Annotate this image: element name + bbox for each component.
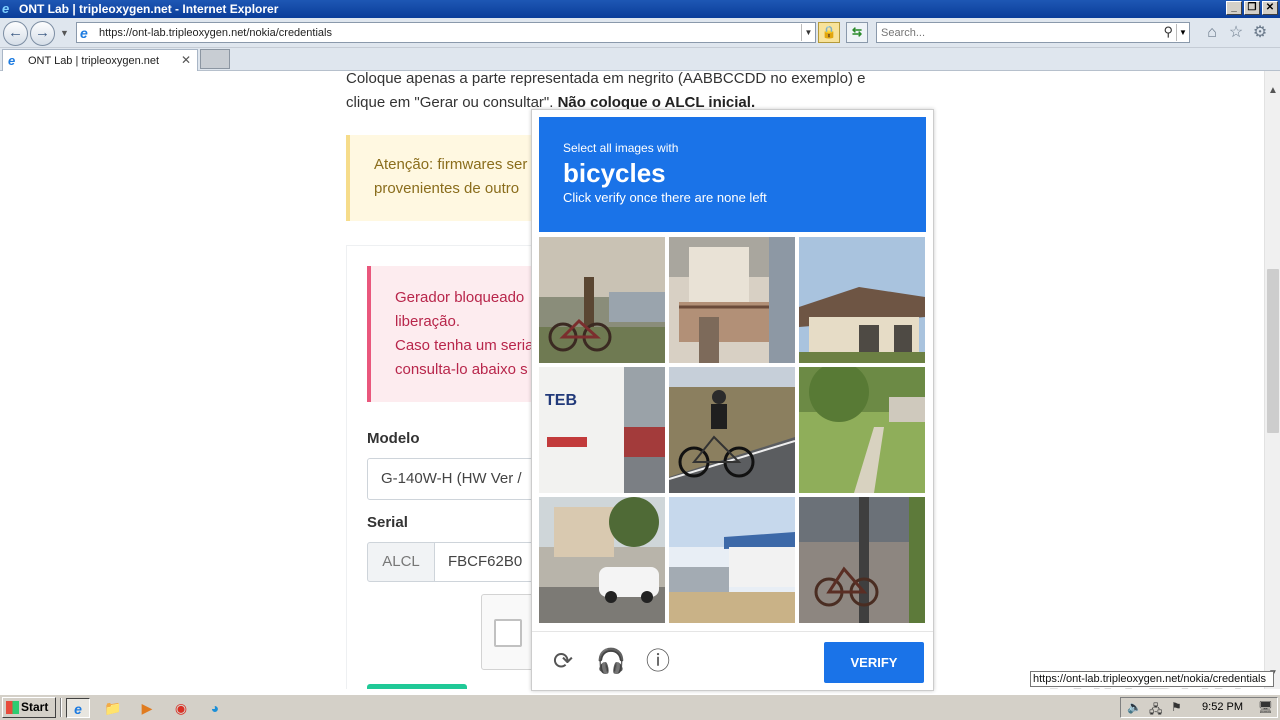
intro-line-2-plain: clique em "Gerar ou consultar". (346, 94, 554, 111)
page-icon: e (80, 24, 88, 41)
search-input[interactable] (881, 26, 1151, 39)
status-url-tooltip: https://ont-lab.tripleoxygen.net/nokia/c… (1030, 671, 1274, 687)
taskbar: Start e 📁 ▶ ◉ ◕ 🔈 🖧 ⚑ 9:52 PM 🖥 (0, 694, 1280, 720)
compatibility-refresh-icon[interactable]: ⇆ (846, 22, 868, 43)
action-center-flag-icon[interactable]: ⚑ (1171, 700, 1182, 714)
house-roof-image (799, 237, 925, 363)
search-box[interactable]: ⚲ ▼ (876, 22, 1190, 43)
serial-prefix: ALCL (367, 542, 435, 582)
verify-button[interactable]: VERIFY (824, 642, 924, 683)
captcha-tile-1[interactable] (539, 237, 665, 363)
captcha-image-grid: TEB (539, 237, 927, 625)
window-controls: _ ❐ ✕ (1226, 1, 1278, 15)
captcha-header: Select all images with bicycles Click ve… (539, 117, 926, 232)
captcha-footer: ⟳ 🎧 ⓘ VERIFY (532, 631, 933, 690)
info-icon[interactable]: ⓘ (644, 648, 672, 676)
captcha-tile-4[interactable]: TEB (539, 367, 665, 493)
browser-tools: ⌂ ☆ ⚙ (1203, 24, 1269, 42)
settings-gear-icon[interactable]: ⚙ (1251, 24, 1269, 42)
captcha-tile-7[interactable] (539, 497, 665, 623)
serial-label: Serial (367, 514, 408, 531)
taskbar-explorer-icon[interactable]: 📁 (101, 698, 125, 718)
parked-bicycle-image (539, 237, 665, 363)
home-icon[interactable]: ⌂ (1203, 24, 1221, 42)
scroll-thumb[interactable] (1267, 269, 1279, 433)
recaptcha-checkbox[interactable] (494, 619, 522, 647)
captcha-tile-9[interactable] (799, 497, 925, 623)
recent-pages-dropdown-icon[interactable]: ▼ (60, 28, 69, 38)
restore-button[interactable]: ❐ (1244, 1, 1260, 15)
building-balcony-image (669, 237, 795, 363)
taskbar-chrome-icon[interactable]: ◉ (169, 698, 193, 718)
bicycle-sidewalk-image (799, 497, 925, 623)
generate-button[interactable] (367, 684, 467, 689)
address-dropdown-icon[interactable]: ▼ (801, 24, 815, 41)
network-icon[interactable]: 🖧 (1149, 700, 1162, 720)
minimize-button[interactable]: _ (1226, 1, 1242, 15)
tab-label: ONT Lab | tripleoxygen.net (28, 54, 160, 67)
lawn-tree-image (799, 367, 925, 493)
captcha-sub-instruction: Click verify once there are none left (563, 190, 767, 205)
volume-icon[interactable]: 🔈 (1127, 700, 1142, 714)
clock[interactable]: 9:52 PM (1202, 701, 1243, 713)
security-lock-icon[interactable]: 🔒 (818, 22, 840, 43)
window-title-bar: e ONT Lab | tripleoxygen.net - Internet … (0, 0, 1280, 18)
address-url[interactable]: https://ont-lab.tripleoxygen.net/nokia/c… (99, 27, 332, 39)
taskbar-separator (60, 698, 62, 717)
tab-bar: e ONT Lab | tripleoxygen.net ✕ (0, 48, 1280, 71)
taskbar-edge-icon[interactable]: ◕ (203, 698, 227, 718)
show-desktop-icon[interactable]: 🖥 (1258, 700, 1273, 714)
back-button[interactable]: ← (3, 21, 28, 46)
windows-logo-icon (6, 701, 19, 714)
captcha-target: bicycles (563, 158, 666, 188)
window-title: ONT Lab | tripleoxygen.net - Internet Ex… (19, 2, 279, 16)
tab-close-icon[interactable]: ✕ (181, 53, 191, 67)
street-car-image (539, 497, 665, 623)
captcha-tile-2[interactable] (669, 237, 795, 363)
captcha-tile-6[interactable] (799, 367, 925, 493)
new-tab-button[interactable] (200, 49, 230, 69)
captcha-tile-8[interactable] (669, 497, 795, 623)
start-label: Start (21, 700, 49, 714)
cyclist-image (669, 367, 795, 493)
taskbar-ie-icon[interactable]: e (66, 698, 90, 718)
tab-favicon-icon: e (8, 52, 16, 68)
scroll-up-icon[interactable]: ▲ (1268, 85, 1278, 96)
modern-building-image (669, 497, 795, 623)
captcha-challenge: Select all images with bicycles Click ve… (531, 109, 934, 691)
svg-text:TEB: TEB (545, 392, 577, 409)
start-button[interactable]: Start (2, 697, 56, 718)
bus-image: TEB (539, 367, 665, 493)
system-tray: 🔈 🖧 ⚑ 9:52 PM 🖥 (1120, 697, 1278, 718)
intro-line-1: Coloque apenas a parte representada em n… (346, 71, 866, 87)
address-bar[interactable]: e https://ont-lab.tripleoxygen.net/nokia… (76, 22, 816, 43)
model-label: Modelo (367, 430, 420, 447)
search-icon[interactable]: ⚲ (1163, 24, 1173, 40)
internet-explorer-icon: e (2, 1, 10, 16)
navigation-bar: ← → ▼ e https://ont-lab.tripleoxygen.net… (0, 18, 1280, 48)
favorites-star-icon[interactable]: ☆ (1227, 24, 1245, 42)
audio-challenge-icon[interactable]: 🎧 (596, 648, 626, 676)
captcha-instruction: Select all images with (563, 141, 679, 155)
close-button[interactable]: ✕ (1262, 1, 1278, 15)
vertical-scrollbar[interactable]: ▲ ▼ (1264, 71, 1280, 689)
captcha-tile-3[interactable] (799, 237, 925, 363)
search-dropdown-icon[interactable]: ▼ (1176, 24, 1189, 41)
reload-icon[interactable]: ⟳ (549, 648, 577, 676)
taskbar-media-player-icon[interactable]: ▶ (135, 698, 159, 718)
forward-button[interactable]: → (30, 21, 55, 46)
tab-ont-lab[interactable]: e ONT Lab | tripleoxygen.net ✕ (2, 49, 198, 71)
captcha-tile-5[interactable] (669, 367, 795, 493)
